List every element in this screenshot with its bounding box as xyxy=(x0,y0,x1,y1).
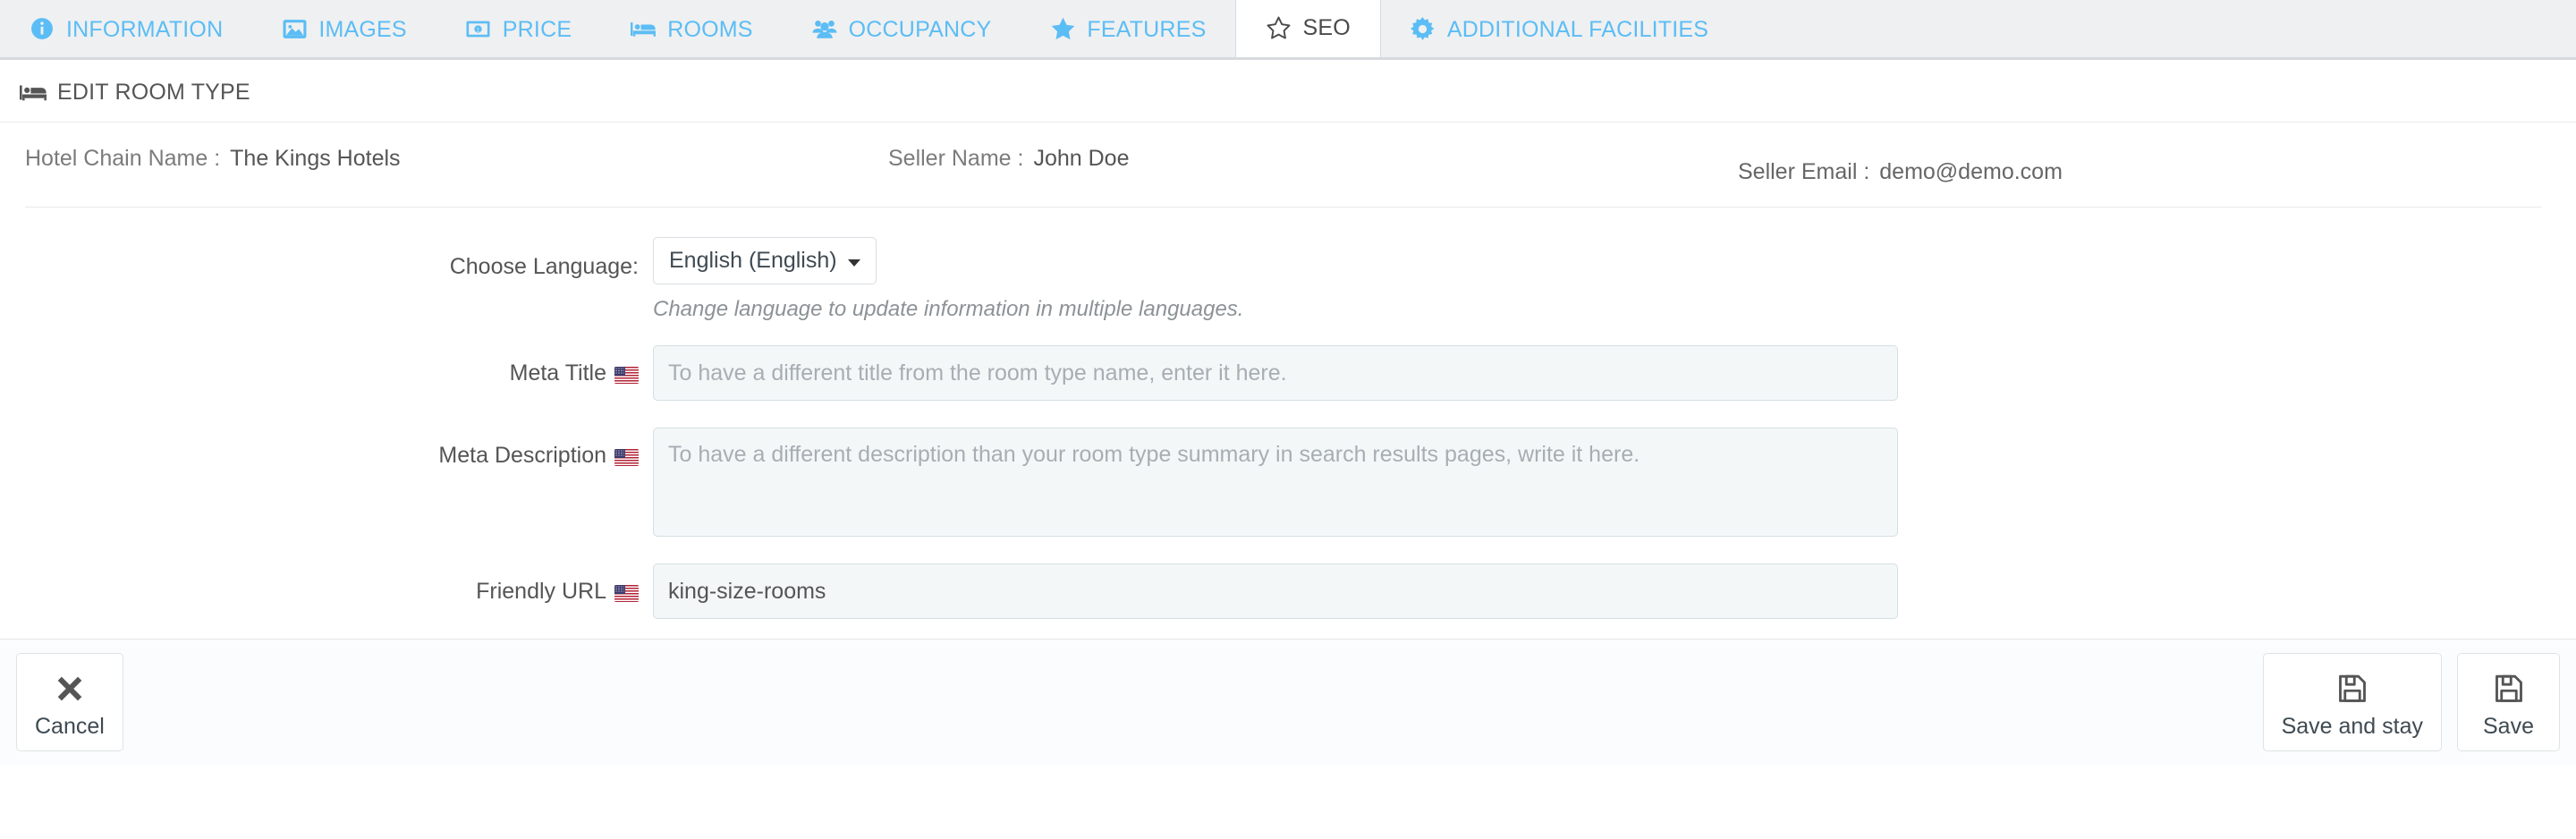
save-button-label: Save xyxy=(2483,714,2534,739)
form-footer: Cancel Save and stay Save xyxy=(0,639,2576,765)
friendly-url-label-text: Friendly URL xyxy=(476,578,606,604)
us-flag-icon xyxy=(614,448,639,466)
meta-title-row: Meta Title xyxy=(0,345,2576,401)
seller-email-value: demo@demo.com xyxy=(1879,159,2063,184)
users-icon xyxy=(812,16,837,41)
friendly-url-label: Friendly URL xyxy=(0,564,653,619)
svg-text:1: 1 xyxy=(477,27,480,33)
info-circle-icon xyxy=(30,16,55,41)
tab-label: IMAGES xyxy=(318,16,407,42)
gear-icon xyxy=(1411,16,1436,41)
floppy-disk-icon xyxy=(2332,668,2373,709)
tab-additional-facilities[interactable]: ADDITIONAL FACILITIES xyxy=(1381,0,1738,57)
times-icon xyxy=(49,668,90,709)
tab-label: PRICE xyxy=(502,16,572,42)
tab-label: ADDITIONAL FACILITIES xyxy=(1446,16,1709,42)
seo-form: Choose Language: English (English) Chang… xyxy=(0,208,2576,619)
cancel-button[interactable]: Cancel xyxy=(16,653,123,751)
bed-icon xyxy=(20,82,47,104)
us-flag-icon xyxy=(614,366,639,384)
chevron-down-icon xyxy=(847,258,860,267)
language-dropdown[interactable]: English (English) xyxy=(653,237,877,284)
tab-label: OCCUPANCY xyxy=(848,16,992,42)
save-button[interactable]: Save xyxy=(2457,653,2560,751)
seller-name-label: Seller Name : xyxy=(888,146,1024,171)
meta-description-textarea[interactable] xyxy=(653,428,1898,537)
panel-header: EDIT ROOM TYPE xyxy=(0,60,2576,123)
hotel-chain-value: The Kings Hotels xyxy=(230,146,401,171)
save-and-stay-button-label: Save and stay xyxy=(2281,714,2423,739)
friendly-url-row: Friendly URL xyxy=(0,564,2576,619)
seller-info-row: Hotel Chain Name : The Kings Hotels Sell… xyxy=(25,123,2542,208)
money-bill-icon: 1 xyxy=(466,16,491,41)
page-title: EDIT ROOM TYPE xyxy=(57,80,250,105)
footer-left-group: Cancel xyxy=(16,653,123,751)
hotel-chain-info: Hotel Chain Name : The Kings Hotels xyxy=(25,146,888,172)
image-icon xyxy=(282,16,307,41)
tab-features[interactable]: FEATURES xyxy=(1021,0,1235,57)
tab-label: SEO xyxy=(1302,15,1351,40)
meta-description-label: Meta Description xyxy=(0,428,653,483)
tab-seo[interactable]: SEO xyxy=(1235,0,1381,57)
floppy-disk-icon xyxy=(2488,668,2529,709)
tab-label: INFORMATION xyxy=(66,16,224,42)
tab-price[interactable]: 1 PRICE xyxy=(436,0,601,57)
meta-title-input[interactable] xyxy=(653,345,1898,401)
language-hint: Change language to update information in… xyxy=(653,297,1244,321)
tab-information[interactable]: INFORMATION xyxy=(0,0,252,57)
choose-language-label: Choose Language: xyxy=(449,253,639,279)
us-flag-icon xyxy=(614,584,639,602)
edit-room-type-panel: EDIT ROOM TYPE Hotel Chain Name : The Ki… xyxy=(0,60,2576,765)
star-outline-icon xyxy=(1266,15,1291,40)
meta-description-label-text: Meta Description xyxy=(438,442,606,468)
cancel-button-label: Cancel xyxy=(35,714,105,739)
save-and-stay-button[interactable]: Save and stay xyxy=(2262,653,2442,751)
language-row: Choose Language: English (English) Chang… xyxy=(0,237,2576,322)
meta-title-label-text: Meta Title xyxy=(509,360,606,386)
hotel-chain-label: Hotel Chain Name : xyxy=(25,146,221,171)
tab-label: FEATURES xyxy=(1087,16,1207,42)
seller-name-value: John Doe xyxy=(1033,146,1130,171)
tab-rooms[interactable]: ROOMS xyxy=(601,0,782,57)
tab-images[interactable]: IMAGES xyxy=(252,0,436,57)
tab-label: ROOMS xyxy=(667,16,753,42)
seller-email-label: Seller Email : xyxy=(1738,159,1870,184)
bed-icon xyxy=(631,16,657,41)
tab-bar: INFORMATION IMAGES 1 PRICE ROOMS OCCUPAN… xyxy=(0,0,2576,60)
tab-occupancy[interactable]: OCCUPANCY xyxy=(783,0,1021,57)
footer-right-group: Save and stay Save xyxy=(2262,653,2560,751)
language-selected-value: English (English) xyxy=(669,248,837,273)
seller-email-info: Seller Email : demo@demo.com xyxy=(1738,146,2542,185)
friendly-url-input[interactable] xyxy=(653,564,1898,619)
meta-description-row: Meta Description xyxy=(0,428,2576,537)
seller-name-info: Seller Name : John Doe xyxy=(888,146,1738,172)
star-filled-icon xyxy=(1050,16,1075,41)
meta-title-label: Meta Title xyxy=(0,345,653,401)
